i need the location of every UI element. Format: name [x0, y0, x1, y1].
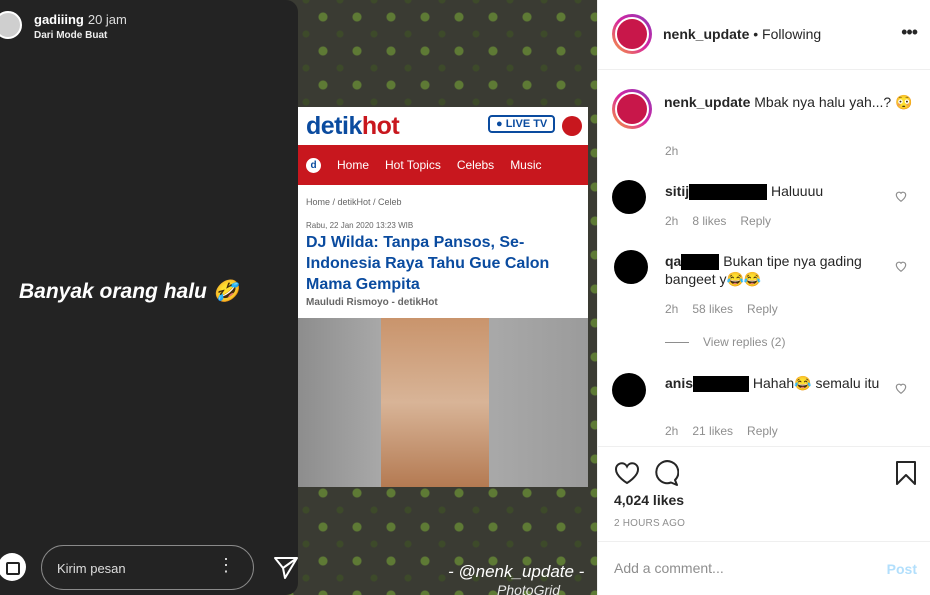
comment-likes[interactable]: 21 likes: [692, 424, 733, 438]
caption: nenk_update Mbak nya halu yah...? 😳: [664, 93, 914, 112]
comment-text: Hahah😂 semalu itu: [752, 375, 880, 391]
redaction: [693, 376, 750, 393]
story-username-text: gadiiing: [34, 12, 84, 27]
redaction: [681, 254, 720, 271]
heart-icon[interactable]: [894, 189, 908, 203]
menu-icon: [562, 116, 582, 136]
story-screenshot: gadiiing 20 jam Dari Mode Buat Banyak ora…: [0, 0, 298, 595]
comment-time[interactable]: 2h: [665, 302, 678, 316]
detik-d-icon: d: [306, 157, 321, 173]
send-icon: [274, 557, 298, 579]
following-button[interactable]: • Following: [753, 26, 821, 42]
comment-username[interactable]: anis: [665, 375, 693, 391]
comment-username[interactable]: qa: [665, 253, 681, 269]
redaction: [689, 184, 768, 201]
post-side-panel: nenk_update • Following ••• nenk_update …: [597, 0, 930, 595]
comment-username[interactable]: sitij: [665, 183, 689, 199]
story-time: 20 jam: [87, 12, 127, 27]
comment-avatar[interactable]: [614, 250, 648, 284]
caption-avatar[interactable]: [612, 89, 652, 129]
detik-nav: d Home Hot Topics Celebs Music: [298, 145, 588, 185]
article-author: Mauludi Rismoyo - detikHot: [306, 297, 438, 308]
comment: qa Bukan tipe nya gading bangeet y😂😂: [665, 252, 885, 288]
heart-icon[interactable]: [894, 381, 908, 395]
comment-meta: 2h 8 likes Reply: [665, 214, 785, 228]
post-header: nenk_update • Following •••: [598, 0, 930, 70]
nav-music: Music: [510, 158, 542, 172]
username-link[interactable]: nenk_update: [663, 26, 749, 42]
article-title: DJ Wilda: Tanpa Pansos, Se-Indonesia Ray…: [306, 234, 550, 293]
post-timestamp[interactable]: 2 HOURS AGO: [614, 518, 685, 529]
reply-button[interactable]: Reply: [747, 302, 778, 316]
camera-icon: [0, 553, 26, 581]
comment-icon[interactable]: [653, 460, 679, 486]
story-username: gadiiing 20 jam: [34, 12, 127, 27]
more-vertical-icon: ⋮: [217, 555, 235, 575]
post-button[interactable]: Post: [887, 561, 917, 577]
story-subtitle: Dari Mode Buat: [34, 30, 108, 41]
heart-icon[interactable]: [894, 259, 908, 273]
caption-time[interactable]: 2h: [665, 144, 678, 158]
story-reply-placeholder: Kirim pesan: [57, 561, 126, 576]
view-replies-button[interactable]: View replies (2): [665, 335, 785, 349]
photogrid-watermark: PhotoGrid: [497, 582, 561, 595]
breadcrumb: Home / detikHot / Celeb: [306, 197, 402, 207]
post-image[interactable]: gadiiing 20 jam Dari Mode Buat Banyak ora…: [0, 0, 597, 595]
detik-logo: detikhot: [306, 111, 400, 141]
story-avatar: [0, 11, 22, 39]
article-date: Rabu, 22 Jan 2020 13:23 WIB: [306, 221, 414, 230]
live-tv-badge: ● LIVE TV: [488, 115, 556, 133]
news-article-screenshot: detikhot ● LIVE TV d Home Hot Topics Cel…: [298, 107, 588, 487]
comment-text: Haluuuu: [771, 183, 824, 199]
comment-likes[interactable]: 8 likes: [692, 214, 726, 228]
logo-main: detik: [306, 111, 362, 140]
caption-username[interactable]: nenk_update: [664, 94, 750, 110]
detik-header: detikhot ● LIVE TV: [298, 107, 588, 145]
reply-button[interactable]: Reply: [747, 424, 778, 438]
post-header-user: nenk_update • Following: [663, 26, 821, 42]
likes-count[interactable]: 4,024 likes: [614, 492, 684, 508]
comment-likes[interactable]: 58 likes: [692, 302, 733, 316]
comment-meta: 2h 58 likes Reply: [665, 302, 792, 316]
nav-home: Home: [337, 158, 370, 172]
like-heart-icon[interactable]: [614, 461, 640, 485]
portrait-photo: [381, 318, 489, 487]
nav-celebs: Celebs: [456, 158, 495, 172]
article-photo: [298, 318, 588, 487]
logo-accent: hot: [361, 111, 400, 140]
comment-meta: 2h 21 likes Reply: [665, 424, 792, 438]
story-reply-field: Kirim pesan ⋮: [41, 545, 254, 590]
reply-button[interactable]: Reply: [740, 214, 771, 228]
watermark: - @nenk_update -: [448, 562, 585, 581]
comment-input[interactable]: [614, 560, 864, 576]
comment-time[interactable]: 2h: [665, 214, 678, 228]
comment-bar: Post: [598, 541, 930, 595]
comment: anis Hahah😂 semalu itu: [665, 374, 885, 393]
comment-avatar[interactable]: [612, 373, 646, 407]
caption-text: Mbak nya halu yah...? 😳: [754, 94, 913, 110]
avatar[interactable]: [612, 14, 652, 54]
story-text: Banyak orang halu 🤣: [19, 280, 239, 303]
comment-avatar[interactable]: [612, 180, 646, 214]
comment: sitij Haluuuu: [665, 182, 885, 201]
nav-hot-topics: Hot Topics: [385, 158, 441, 172]
more-options-icon[interactable]: •••: [901, 22, 918, 43]
comment-time[interactable]: 2h: [665, 424, 678, 438]
bookmark-icon[interactable]: [895, 460, 917, 486]
